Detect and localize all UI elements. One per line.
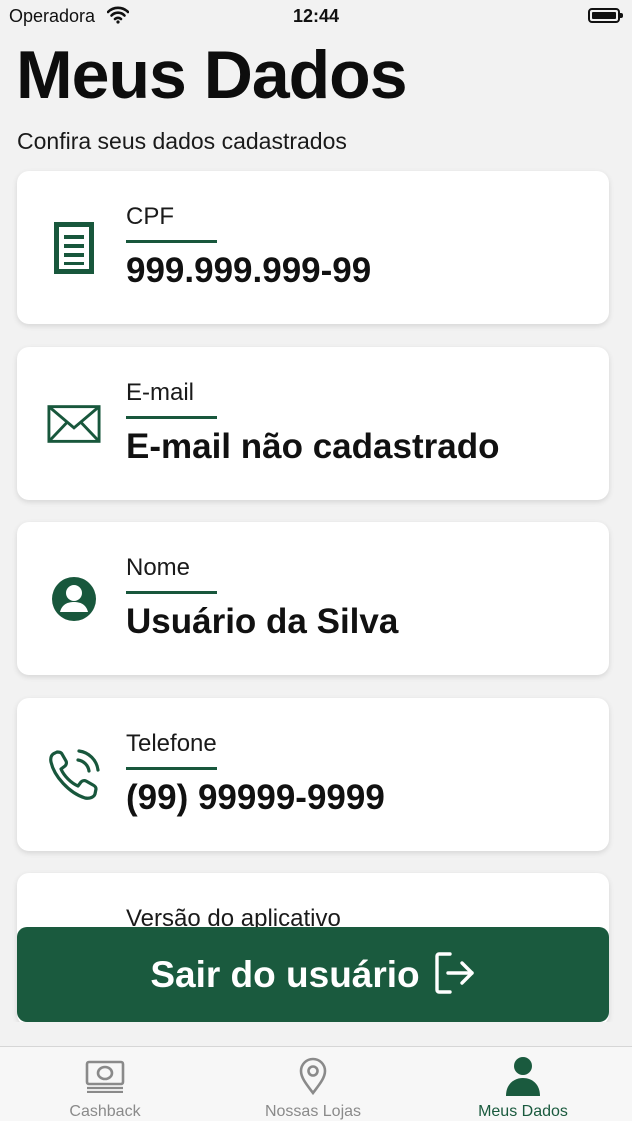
card-value: Usuário da Silva: [126, 602, 399, 641]
page-subtitle: Confira seus dados cadastrados: [17, 128, 347, 154]
tab-label: Nossas Lojas: [264, 1103, 362, 1120]
tab-nossas-lojas[interactable]: Nossas Lojas: [208, 1047, 418, 1121]
label-underline: [126, 240, 217, 243]
card-label: CPF: [126, 203, 174, 230]
cpf-card: CPF 999.999.999-99: [17, 171, 609, 324]
person-icon: [504, 1055, 542, 1097]
tab-bar: Cashback Nossas Lojas Meus Dados: [0, 1046, 632, 1121]
envelope-icon: [47, 397, 101, 451]
tab-label: Cashback: [69, 1103, 141, 1120]
tab-cashback[interactable]: Cashback: [0, 1047, 210, 1121]
user-circle-icon: [47, 572, 101, 626]
tab-label: Meus Dados: [478, 1103, 568, 1120]
card-label: Telefone: [126, 730, 217, 757]
card-label: Nome: [126, 554, 191, 581]
banknote-icon: [84, 1055, 126, 1097]
label-underline: [126, 416, 217, 419]
logout-label: Sair do usuário: [150, 953, 420, 995]
phone-card: Telefone (99) 99999-9999: [17, 698, 609, 851]
content-scroll[interactable]: Meus Dados Confira seus dados cadastrado…: [0, 0, 632, 1022]
phone-ringing-icon: [47, 748, 101, 802]
tab-meus-dados[interactable]: Meus Dados: [418, 1047, 628, 1121]
card-label: E-mail: [126, 379, 195, 406]
card-value: 999.999.999-99: [126, 251, 372, 290]
label-underline: [126, 591, 217, 594]
map-pin-icon: [297, 1055, 329, 1097]
logout-button[interactable]: Sair do usuário: [17, 927, 609, 1022]
document-icon: [47, 221, 101, 275]
name-card: Nome Usuário da Silva: [17, 522, 609, 675]
card-value: E-mail não cadastrado: [126, 427, 500, 466]
page-title: Meus Dados: [16, 37, 408, 113]
label-underline: [126, 767, 217, 770]
card-value: (99) 99999-9999: [126, 778, 385, 817]
logout-icon: [434, 951, 476, 998]
email-card: E-mail E-mail não cadastrado: [17, 347, 609, 500]
